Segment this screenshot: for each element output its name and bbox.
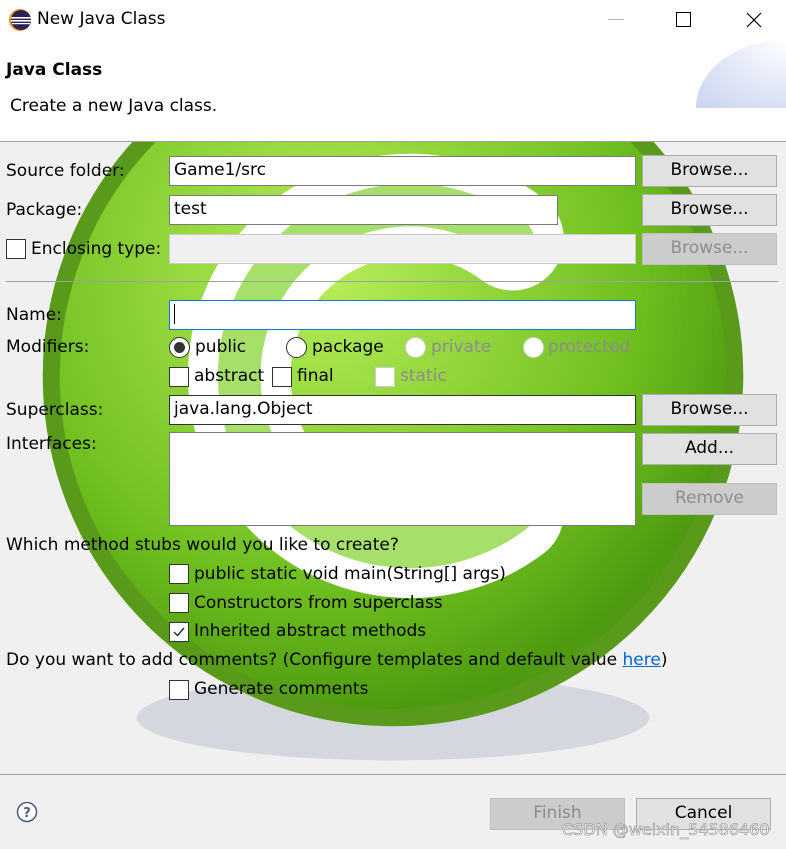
package-label: Package:	[6, 200, 83, 220]
generate-comments-checkbox[interactable]	[169, 680, 189, 700]
superclass-input[interactable]: java.lang.Object	[169, 395, 636, 425]
interfaces-remove-button: Remove	[642, 483, 777, 515]
source-folder-label: Source folder:	[6, 161, 125, 181]
abstract-checkbox[interactable]	[169, 367, 189, 387]
source-folder-input[interactable]: Game1/src	[169, 156, 636, 186]
radio-public-label: public	[195, 337, 247, 357]
footer-separator	[0, 774, 786, 775]
package-input[interactable]: test	[169, 195, 558, 225]
superclass-label: Superclass:	[6, 400, 104, 420]
radio-selected-dot	[174, 342, 185, 353]
inherited-abstract-label: Inherited abstract methods	[194, 621, 427, 641]
main-method-checkbox[interactable]	[169, 564, 189, 584]
static-label: static	[400, 366, 447, 386]
interfaces-label: Interfaces:	[6, 434, 97, 454]
superclass-value: java.lang.Object	[174, 399, 313, 419]
source-folder-browse-button[interactable]: Browse...	[642, 155, 777, 187]
radio-public[interactable]	[169, 337, 190, 358]
static-checkbox	[375, 367, 395, 387]
minimize-icon	[608, 19, 624, 20]
abstract-label: abstract	[194, 366, 265, 386]
enclosing-type-checkbox[interactable]	[6, 239, 26, 259]
comments-question: Do you want to add comments? (Configure …	[6, 650, 667, 670]
maximize-icon	[676, 12, 691, 27]
svg-text:?: ?	[23, 806, 31, 821]
final-checkbox[interactable]	[272, 367, 292, 387]
method-stubs-question: Which method stubs would you like to cre…	[6, 535, 399, 555]
comments-question-suffix: )	[660, 650, 668, 670]
header-banner	[696, 40, 786, 108]
modifiers-label: Modifiers:	[6, 337, 90, 357]
inherited-abstract-checkbox[interactable]	[169, 622, 189, 642]
radio-protected-label: protected	[548, 337, 631, 357]
radio-private	[405, 337, 426, 358]
enclosing-type-label: Enclosing type:	[31, 239, 162, 259]
configure-templates-link[interactable]: here	[623, 650, 661, 670]
package-browse-button[interactable]: Browse...	[642, 194, 777, 226]
source-folder-value: Game1/src	[174, 160, 266, 180]
comments-question-text: Do you want to add comments? (Configure …	[6, 650, 623, 670]
radio-protected	[523, 337, 544, 358]
name-label: Name:	[6, 305, 62, 325]
constructors-label: Constructors from superclass	[194, 593, 443, 613]
title-bar: New Java Class	[0, 0, 786, 40]
close-button[interactable]	[724, 0, 784, 40]
separator	[6, 281, 778, 282]
radio-package[interactable]	[286, 337, 307, 358]
text-caret	[174, 304, 175, 324]
enclosing-type-input	[169, 234, 636, 264]
wizard-header: Java Class Create a new Java class.	[0, 40, 786, 142]
watermark: CSDN @weixin_54586460	[562, 820, 770, 840]
wizard-description: Create a new Java class.	[10, 96, 218, 116]
help-icon[interactable]: ?	[16, 801, 38, 823]
name-input[interactable]	[169, 300, 636, 330]
enclosing-type-browse-button: Browse...	[642, 233, 777, 265]
wizard-title: Java Class	[6, 60, 103, 80]
main-method-label: public static void main(String[] args)	[194, 564, 506, 584]
package-value: test	[174, 199, 207, 219]
radio-private-label: private	[431, 337, 492, 357]
checkmark-icon	[173, 627, 185, 637]
superclass-browse-button[interactable]: Browse...	[642, 394, 777, 426]
interfaces-add-button[interactable]: Add...	[642, 433, 777, 465]
final-label: final	[297, 366, 334, 386]
generate-comments-label: Generate comments	[194, 679, 369, 699]
maximize-button[interactable]	[654, 0, 714, 40]
constructors-checkbox[interactable]	[169, 593, 189, 613]
window-title: New Java Class	[37, 9, 166, 29]
eclipse-icon	[9, 9, 31, 31]
minimize-button[interactable]	[586, 0, 646, 40]
interfaces-list[interactable]	[169, 432, 636, 526]
close-icon	[746, 12, 762, 28]
radio-package-label: package	[312, 337, 384, 357]
